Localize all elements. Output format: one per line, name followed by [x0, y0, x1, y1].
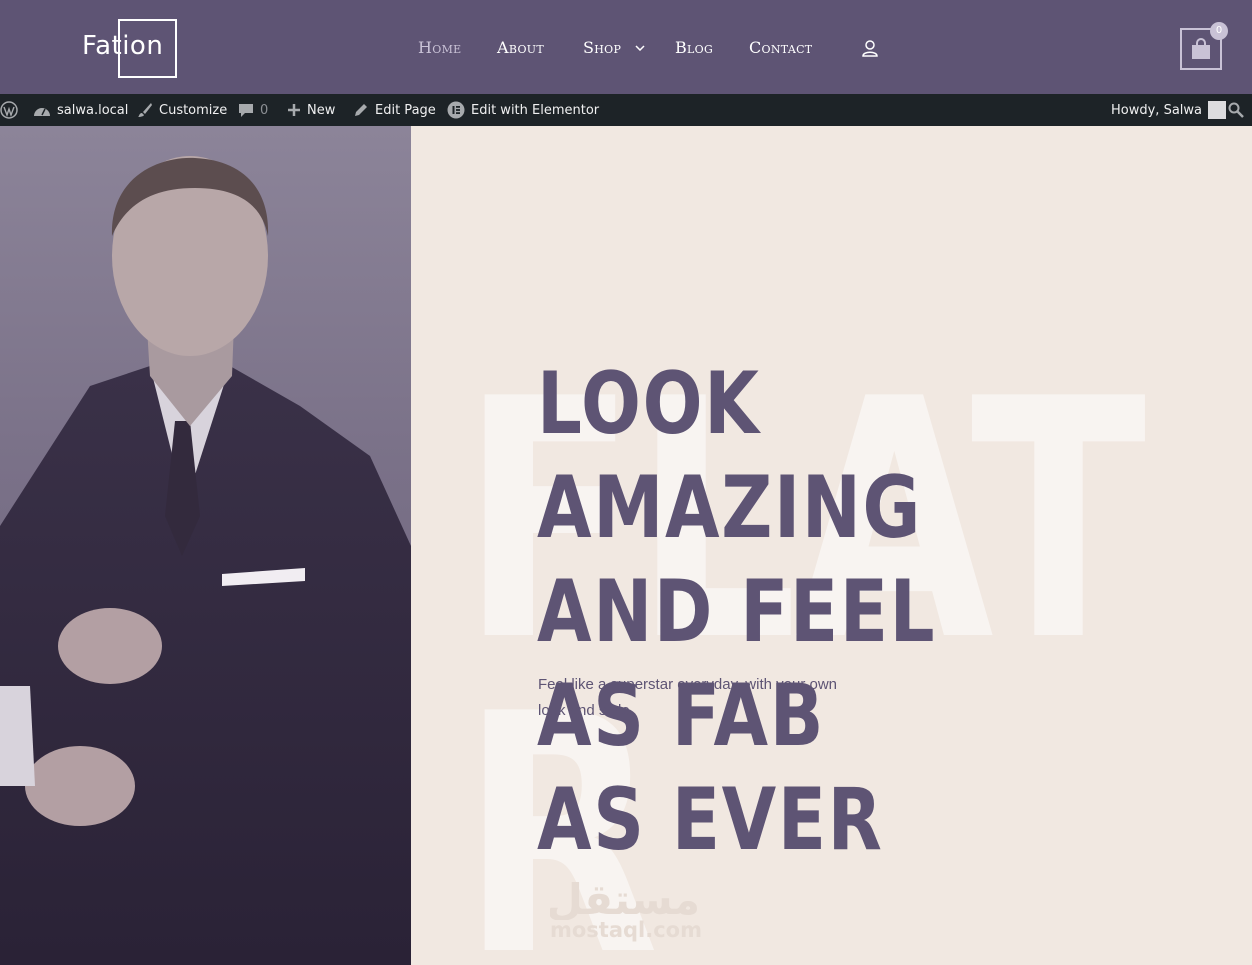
nav-item-shop-label: Shop	[583, 38, 622, 57]
nav-item-home[interactable]: Home	[418, 38, 461, 57]
dashboard-icon	[34, 108, 50, 116]
site-name: salwa.local	[57, 102, 129, 118]
hero-headline: LOOK AMAZING AND FEEL AS FAB AS EVER	[537, 352, 1070, 872]
avatar	[1208, 101, 1226, 119]
nav-item-blog[interactable]: Blog	[675, 38, 713, 57]
cart-count-badge: 0	[1210, 22, 1228, 40]
customize-label: Customize	[159, 102, 228, 118]
edit-elementor-label: Edit with Elementor	[471, 102, 600, 118]
edit-page-link[interactable]: Edit Page	[353, 94, 436, 126]
cart-button[interactable]: 0	[1180, 22, 1228, 70]
comments-count: 0	[260, 102, 269, 118]
new-label: New	[307, 102, 336, 118]
svg-text:مستقل: مستقل	[550, 875, 700, 920]
howdy-label: Howdy, Salwa	[1111, 102, 1202, 118]
wordpress-logo-button[interactable]	[0, 94, 18, 126]
logo-text: Fation	[82, 31, 164, 61]
mostaql-watermark: مستقل mostaql.com	[546, 870, 705, 945]
plus-icon	[288, 104, 300, 116]
nav-item-about[interactable]: About	[497, 38, 544, 57]
user-account-icon[interactable]	[861, 39, 879, 57]
watermark-latin-text: mostaql.com	[550, 918, 702, 942]
hero-subtext: Feel like a superstar everyday, with you…	[538, 676, 838, 719]
elementor-icon	[447, 101, 465, 119]
chevron-down-icon	[635, 45, 645, 51]
headline-line-1: LOOK AMAZING	[537, 354, 923, 558]
comments-link[interactable]: 0	[238, 94, 268, 126]
shopping-bag-icon	[1192, 38, 1210, 59]
search-icon	[1228, 102, 1244, 118]
admin-search-button[interactable]	[1228, 94, 1244, 126]
nav-item-contact[interactable]: Contact	[749, 38, 812, 57]
admin-site-link[interactable]: salwa.local	[33, 94, 128, 126]
new-content-link[interactable]: New	[287, 94, 335, 126]
site-logo[interactable]: Fation	[82, 19, 177, 78]
headline-line-3: AS EVER	[537, 770, 884, 870]
brush-icon	[138, 103, 152, 117]
edit-page-label: Edit Page	[375, 102, 436, 118]
pencil-icon	[355, 104, 367, 116]
watermark-logo-mark: مستقل	[546, 875, 700, 924]
hero-portrait-image	[0, 126, 411, 965]
portrait-image	[0, 156, 411, 965]
customize-link[interactable]: Customize	[137, 94, 227, 126]
site-header: Fation Home About Shop Blog Contact 0	[0, 0, 1252, 94]
comment-icon	[239, 104, 253, 117]
edit-elementor-link[interactable]: Edit with Elementor	[447, 94, 599, 126]
wp-admin-bar: salwa.local Customize 0 New Edit Page Ed…	[0, 94, 1252, 126]
headline-line-2: AND FEEL AS FAB	[537, 562, 937, 766]
wordpress-icon	[0, 101, 18, 119]
my-account-link[interactable]: Howdy, Salwa	[1111, 94, 1226, 126]
nav-item-shop[interactable]: Shop	[583, 38, 645, 57]
